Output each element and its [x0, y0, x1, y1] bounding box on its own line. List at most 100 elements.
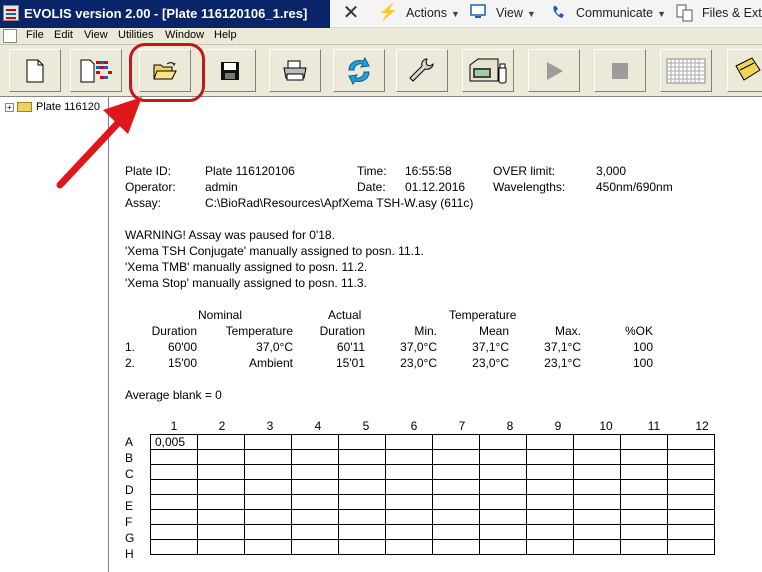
- menu-utilities[interactable]: Utilities: [118, 29, 153, 41]
- plate-tree-panel: + Plate 116120: [0, 97, 109, 572]
- plate-row-label: A: [125, 435, 134, 449]
- export-button[interactable]: [727, 49, 762, 92]
- min-col-header: Min.: [414, 324, 437, 338]
- refresh-icon: [348, 56, 370, 85]
- refresh-button[interactable]: [333, 49, 385, 92]
- plate-column-label: 9: [554, 419, 562, 433]
- plate-well: [432, 434, 480, 450]
- plate-grid-button[interactable]: [660, 49, 712, 92]
- plate-well: [573, 509, 621, 525]
- plate-well: [620, 539, 668, 555]
- plate-well: [479, 449, 527, 465]
- plate-well: [432, 449, 480, 465]
- assay-value: C:\BioRad\Resources\ApfXema TSH-W.asy (6…: [205, 196, 474, 210]
- plate-row: 0,005: [150, 434, 715, 450]
- step-number: 1.: [125, 340, 136, 354]
- tree-node-plate[interactable]: + Plate 116120: [5, 101, 100, 113]
- plate-well: [197, 449, 245, 465]
- plate-well: [150, 464, 198, 480]
- start-button[interactable]: [528, 49, 580, 92]
- plate-well: [526, 449, 574, 465]
- plate-well: [620, 464, 668, 480]
- view-label: View: [496, 6, 523, 20]
- step-nominal-temperature: 37,0°C: [256, 340, 293, 354]
- menu-edit[interactable]: Edit: [54, 29, 73, 41]
- print-button[interactable]: [269, 49, 321, 92]
- actions-menu[interactable]: Actions ▼: [406, 6, 460, 20]
- document-icon[interactable]: [3, 29, 17, 43]
- menu-window[interactable]: Window: [165, 29, 204, 41]
- plate-well: [197, 509, 245, 525]
- plate-well: [197, 479, 245, 495]
- menu-file[interactable]: File: [26, 29, 44, 41]
- plate-column-label: 6: [410, 419, 418, 433]
- menu-help[interactable]: Help: [214, 29, 237, 41]
- plate-well: [338, 464, 386, 480]
- actual-duration-col-header: Duration: [319, 324, 365, 338]
- plate-well: [479, 539, 527, 555]
- ok-col-header: %OK: [624, 324, 653, 338]
- save-button[interactable]: [204, 49, 256, 92]
- plate-well: [197, 539, 245, 555]
- plate-well: [667, 524, 715, 540]
- plate-column-label: 1: [170, 419, 178, 433]
- plate-row: [150, 509, 715, 525]
- plate-well: [338, 494, 386, 510]
- plate-well: [385, 479, 433, 495]
- plate-well: [620, 494, 668, 510]
- communicate-label: Communicate: [576, 6, 654, 20]
- plate-well: [244, 494, 292, 510]
- chevron-down-icon: ▼: [526, 9, 536, 19]
- mean-col-header: Mean: [478, 324, 509, 338]
- folder-icon: [17, 102, 32, 113]
- printer-icon: [283, 60, 307, 80]
- duration-col-header: Duration: [151, 324, 197, 338]
- date-label: Date:: [357, 180, 386, 194]
- communicate-icon: [550, 4, 568, 22]
- stop-button[interactable]: [594, 49, 646, 92]
- settings-button[interactable]: [396, 49, 448, 92]
- files-menu[interactable]: Files & Extr: [702, 6, 762, 20]
- plate-row-label: G: [125, 531, 135, 545]
- communicate-menu[interactable]: Communicate ▼: [576, 6, 666, 20]
- max-col-header: Max.: [554, 324, 581, 338]
- title-bar: EVOLIS version 2.00 - [Plate 116120106_1…: [0, 0, 330, 28]
- over-limit-label: OVER limit:: [493, 164, 556, 178]
- plate-well: [667, 509, 715, 525]
- plate-results-grid: 0,005: [150, 434, 715, 555]
- app-icon: [3, 5, 19, 21]
- message-line: WARNING! Assay was paused for 0'18.: [125, 228, 335, 242]
- view-menu[interactable]: View ▼: [496, 6, 536, 20]
- close-icon[interactable]: ✕: [342, 3, 360, 23]
- files-icon: [676, 4, 694, 22]
- plate-well: [526, 509, 574, 525]
- plate-well: [432, 524, 480, 540]
- plate-well: [526, 464, 574, 480]
- step-number: 2.: [125, 356, 136, 370]
- plate-row-label: D: [125, 483, 134, 497]
- plate-row-label: C: [125, 467, 134, 481]
- plate-well: [620, 509, 668, 525]
- plate-well: [197, 494, 245, 510]
- new-button[interactable]: [9, 49, 61, 92]
- new-plate-button[interactable]: [70, 49, 122, 92]
- plate-well: [244, 524, 292, 540]
- menu-view[interactable]: View: [84, 29, 108, 41]
- plate-well: [244, 539, 292, 555]
- plate-row: [150, 449, 715, 465]
- plate-row-label: F: [125, 515, 133, 529]
- plate-well: [479, 494, 527, 510]
- folder-icon: [735, 56, 761, 81]
- plate-well: [291, 464, 339, 480]
- plate-well: 0,005: [150, 434, 198, 450]
- plate-well: [244, 479, 292, 495]
- plate-well: [667, 464, 715, 480]
- plate-column-label: 11: [647, 419, 661, 433]
- plate-well: [291, 434, 339, 450]
- plate-well: [338, 449, 386, 465]
- expand-icon[interactable]: +: [5, 102, 14, 112]
- new-plate-layout-icon: [80, 59, 112, 82]
- plate-well: [526, 494, 574, 510]
- reader-button[interactable]: [462, 49, 514, 92]
- step-mean-temperature: 23,0°C: [472, 356, 509, 370]
